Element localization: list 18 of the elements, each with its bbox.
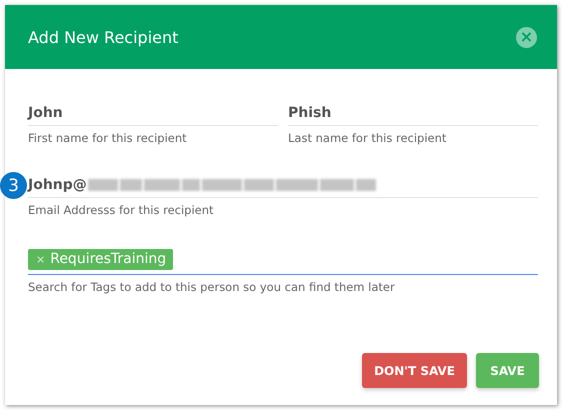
field-value: Johnp@ [28, 177, 87, 193]
save-button[interactable]: SAVE [476, 353, 539, 388]
field-value: Phish [288, 105, 332, 121]
input-field[interactable]: John [28, 95, 278, 126]
field-value: John [28, 105, 63, 121]
input-field[interactable]: × RequiresTraining [28, 239, 538, 275]
tag-label: RequiresTraining [50, 251, 166, 267]
dialog-title: Add New Recipient [28, 28, 178, 46]
helper-text: First name for this recipient [28, 131, 188, 145]
helper-text: Last name for this recipient [288, 131, 448, 145]
helper-text: Email Addresss for this recipient [28, 203, 215, 217]
tag-chip[interactable]: × RequiresTraining [28, 249, 174, 270]
close-icon[interactable]: × [516, 26, 537, 48]
helper-text: Search for Tags to add to this person so you can find them later [28, 280, 396, 294]
input-field[interactable]: Phish [288, 95, 538, 126]
input-field[interactable]: Johnp@ [28, 167, 538, 198]
dont-save-button[interactable]: DON'T SAVE [362, 353, 467, 388]
remove-icon[interactable]: × [36, 252, 46, 266]
